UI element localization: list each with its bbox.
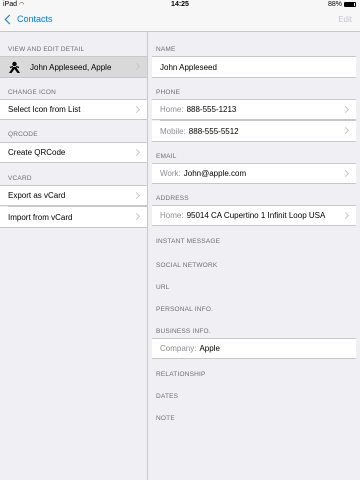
- status-battery: 88%: [328, 1, 356, 8]
- note-header: NOTE: [156, 415, 175, 422]
- section-header-view-edit: VIEW AND EDIT DETAIL: [8, 46, 85, 53]
- phone-home-label: Home:: [160, 105, 184, 114]
- status-bar: iPad ◠ 14:25 88%: [0, 0, 360, 11]
- back-button[interactable]: Contacts: [3, 14, 53, 24]
- edit-button[interactable]: Edit: [338, 15, 352, 24]
- chevron-left-icon: [4, 14, 15, 24]
- phone-home-item[interactable]: Home: 888-555-1213: [152, 99, 356, 120]
- navigation-bar: Contacts Edit: [0, 11, 360, 32]
- phone-header: PHONE: [156, 89, 181, 96]
- chevron-right-icon: [341, 105, 350, 114]
- chevron-right-icon: [132, 191, 141, 200]
- section-header-change-icon: CHANGE ICON: [8, 89, 57, 96]
- export-vcard-label: Export as vCard: [8, 191, 66, 200]
- address-header: ADDRESS: [156, 195, 189, 202]
- import-vcard-item[interactable]: Import from vCard: [0, 206, 147, 228]
- address-home-value: 95014 CA Cupertino 1 Infinit Loop USA: [186, 211, 326, 220]
- address-home-item[interactable]: Home: 95014 CA Cupertino 1 Infinit Loop …: [152, 205, 356, 226]
- contact-detail-item[interactable]: John Appleseed, Apple: [0, 56, 147, 78]
- name-value: John Appleseed: [160, 62, 217, 72]
- social-network-header: SOCIAL NETWORK: [156, 262, 218, 269]
- business-info-header: BUSINESS INFO.: [156, 328, 211, 335]
- section-header-vcard: VCARD: [8, 175, 32, 182]
- relationship-header: RELATIONSHIP: [156, 371, 206, 378]
- import-vcard-label: Import from vCard: [8, 212, 73, 222]
- email-work-item[interactable]: Work: John@apple.com: [152, 163, 356, 184]
- dates-header: DATES: [156, 393, 179, 400]
- create-qrcode-item[interactable]: Create QRCode: [0, 142, 147, 163]
- url-header: URL: [156, 284, 170, 291]
- phone-mobile-label: Mobile:: [160, 126, 186, 136]
- chevron-right-icon: [132, 148, 141, 157]
- email-work-label: Work:: [160, 169, 181, 178]
- left-menu-pane: VIEW AND EDIT DETAIL John Appleseed, App…: [0, 32, 147, 480]
- contact-detail-label: John Appleseed, Apple: [30, 62, 112, 72]
- chevron-right-icon: [341, 211, 350, 220]
- phone-home-value: 888-555-1213: [186, 105, 237, 114]
- instant-message-header: INSTANT MESSAGE: [156, 238, 221, 245]
- name-header: NAME: [156, 46, 176, 53]
- company-value: Apple: [199, 344, 220, 353]
- phone-mobile-value: 888-555-5512: [188, 126, 239, 136]
- phone-mobile-item[interactable]: Mobile: 888-555-5512: [152, 120, 356, 142]
- chevron-right-icon: [132, 212, 141, 221]
- section-header-qrcode: QRCODE: [8, 131, 38, 138]
- personal-info-header: PERSONAL INFO.: [156, 306, 214, 313]
- address-home-label: Home:: [160, 211, 184, 220]
- row-separator: [8, 206, 147, 207]
- name-field[interactable]: John Appleseed: [152, 56, 356, 78]
- email-header: EMAIL: [156, 153, 177, 160]
- company-label: Company:: [160, 344, 197, 353]
- back-label: Contacts: [17, 14, 53, 24]
- row-separator: [160, 120, 356, 121]
- chevron-right-icon: [132, 62, 141, 71]
- company-item[interactable]: Company: Apple: [152, 338, 356, 359]
- chevron-right-icon: [341, 126, 350, 135]
- chevron-right-icon: [132, 105, 141, 114]
- contact-detail-pane: NAME John Appleseed PHONE Home: 888-555-…: [148, 32, 360, 480]
- battery-icon: [344, 2, 356, 7]
- create-qrcode-label: Create QRCode: [8, 148, 66, 157]
- select-icon-item[interactable]: Select Icon from List: [0, 99, 147, 120]
- export-vcard-item[interactable]: Export as vCard: [0, 185, 147, 206]
- status-time: 14:25: [171, 1, 189, 8]
- select-icon-label: Select Icon from List: [8, 105, 81, 114]
- contact-icon: [9, 61, 20, 73]
- email-work-value: John@apple.com: [183, 169, 247, 178]
- battery-percent: 88%: [327, 1, 342, 8]
- chevron-right-icon: [341, 169, 350, 178]
